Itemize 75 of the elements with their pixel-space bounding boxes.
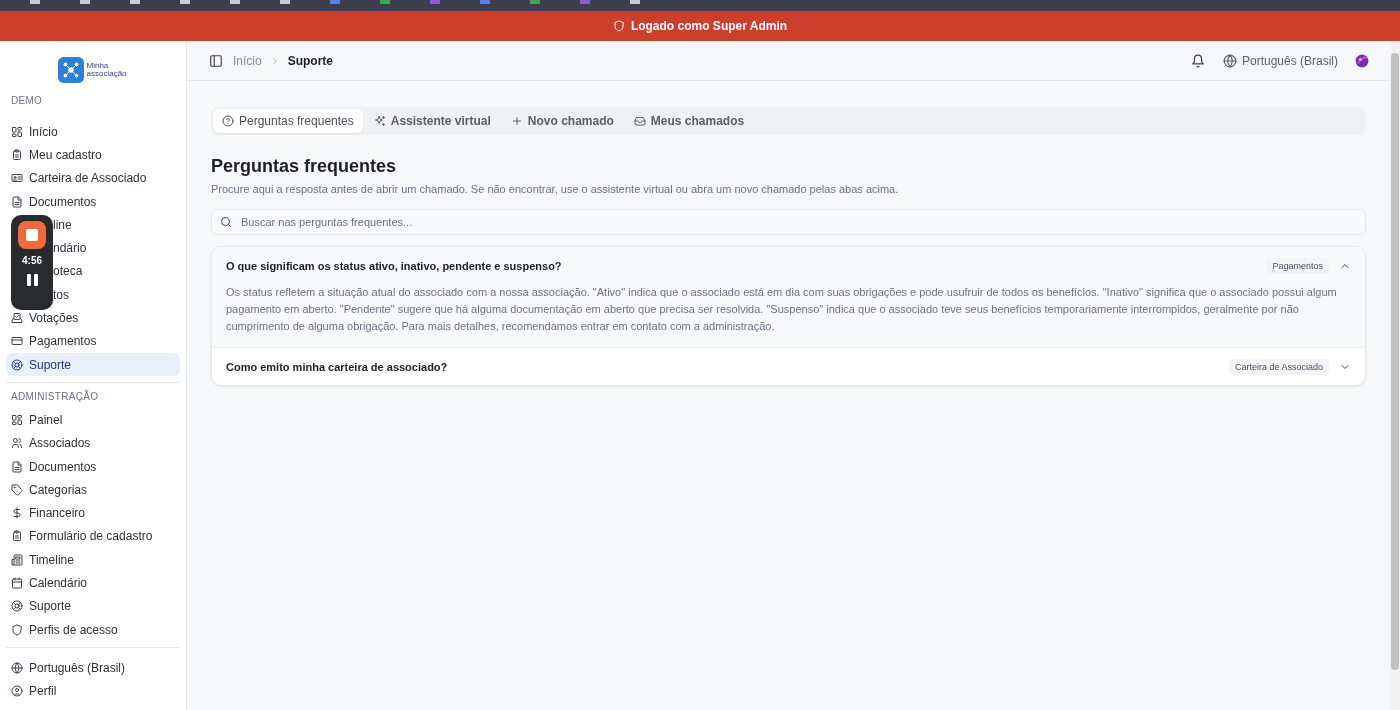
credit-card-icon: [11, 335, 23, 348]
ballot-box-icon: [11, 312, 23, 324]
banner-text: Logado como Super Admin: [630, 19, 788, 33]
sidebar-item[interactable]: Suporte: [6, 594, 180, 618]
breadcrumb-current: Suporte: [287, 53, 334, 68]
sidebar-item[interactable]: Meu cadastro: [6, 143, 180, 167]
faq-question[interactable]: Como emito minha carteira de associado? Carteira de Associado: [212, 348, 1365, 385]
stop-button[interactable]: [18, 221, 46, 249]
tab[interactable]: Assistente virtual: [364, 109, 500, 133]
category-tag: Carteira de Associado: [1228, 358, 1329, 375]
sidebar-item[interactable]: Calendário: [6, 571, 180, 595]
sidebar-item[interactable]: Suporte: [6, 352, 180, 377]
clipboard-icon: [11, 530, 23, 543]
id-card-icon: [11, 172, 23, 185]
shield-icon: [612, 20, 625, 32]
sidebar-item[interactable]: Perfil: [6, 679, 180, 703]
search-icon: [220, 216, 232, 228]
sidebar-item[interactable]: Início: [6, 120, 180, 144]
sidebar-item[interactable]: oteca: [53, 259, 180, 284]
pause-button[interactable]: [24, 272, 40, 288]
help-icon: [222, 115, 234, 127]
dollar-icon: [11, 507, 23, 520]
sidebar-item[interactable]: Painel: [6, 408, 180, 432]
sidebar-item[interactable]: ndário: [53, 236, 180, 260]
sparkles-icon: [373, 115, 386, 127]
search-field[interactable]: Buscar nas perguntas frequentes...: [211, 209, 1366, 235]
answer-text: Os status refletem a situação atual do associado com a nossa associação. "Ativo" indica que o associado está em dia com suas obrigações e pode usufruir de todos os benefícios. "Inativo" significa que o associado possui algum pagamento em aberto. "Pendente" sugere que há alguma documentação em aberto que precisa ser resolvida. "Suspenso" indica que o associado teve seus benefícios temporariamente interrompidos, geralmente por não cumprimento de alguma obrigação. Para mais detalhes, recomendamos entrar em contato com a administração.: [212, 284, 1365, 347]
users-icon: [11, 437, 23, 450]
tag-icon: [11, 483, 23, 496]
tab[interactable]: Novo chamado: [501, 109, 623, 133]
clipboard-icon: [11, 148, 23, 161]
page-subtitle: Procure aqui a resposta antes de abrir um chamado. Se não encontrar, use o assistente virtual ou abra um novo chamado pelas abas acima.: [211, 183, 900, 195]
tab[interactable]: Perguntas frequentes: [213, 109, 363, 133]
grid-icon: [11, 413, 23, 426]
sidebar-item[interactable]: line: [53, 213, 180, 237]
sidebar-item[interactable]: Carteira de Associado: [6, 166, 180, 190]
sidebar-item[interactable]: Categorias: [6, 478, 180, 502]
lifebuoy-icon: [11, 358, 23, 371]
sidebar-item[interactable]: Perfis de acesso: [6, 617, 180, 642]
sidebar-item[interactable]: Pagamentos: [6, 329, 180, 353]
question-text: O que significam os status ativo, inativo, pendente e suspenso?: [226, 259, 563, 272]
category-tag: Pagamentos: [1266, 257, 1329, 274]
sidebar-item[interactable]: Português (Brasil): [6, 656, 180, 680]
avatar[interactable]: [1354, 52, 1370, 69]
scrollbar[interactable]: [1390, 41, 1400, 710]
sidebar-item[interactable]: tos: [53, 283, 180, 307]
user-circle-icon: [11, 685, 23, 698]
lifebuoy-icon: [11, 600, 23, 613]
inbox-icon: [633, 115, 646, 127]
sidebar-item[interactable]: Formulário de cadastro: [6, 524, 180, 549]
sidebar-item[interactable]: Timeline: [6, 548, 180, 572]
logo-icon: [57, 57, 84, 83]
globe-icon: [11, 661, 23, 674]
sidebar-item[interactable]: Documentos: [6, 189, 180, 214]
grid-icon: [11, 125, 23, 138]
section-label: ADMINISTRAÇÃO: [10, 391, 100, 403]
sidebar-item[interactable]: Documentos: [6, 454, 180, 479]
calendar-icon: [11, 577, 23, 589]
page-title: Perguntas frequentes: [211, 156, 398, 177]
plus-icon: [510, 115, 523, 127]
logo-text: Minha associação: [86, 62, 128, 78]
globe-icon: [1222, 53, 1237, 68]
document-icon: [11, 460, 23, 473]
recording-time: 4:56: [22, 255, 42, 266]
document-icon: [11, 195, 23, 208]
section-label: DEMO: [10, 95, 44, 106]
newspaper-icon: [11, 553, 23, 566]
tab[interactable]: Meus chamados: [624, 109, 754, 133]
shield-icon: [11, 623, 23, 636]
sidebar-item[interactable]: Associados: [6, 431, 180, 455]
question-text: Como emito minha carteira de associado?: [226, 360, 449, 373]
language-button[interactable]: Português (Brasil): [1220, 51, 1340, 70]
sidebar-item[interactable]: Votações: [6, 306, 180, 330]
sidebar-item[interactable]: Financeiro: [6, 501, 180, 525]
faq-question[interactable]: O que significam os status ativo, inativo, pendente e suspenso? Pagamentos: [212, 247, 1365, 284]
